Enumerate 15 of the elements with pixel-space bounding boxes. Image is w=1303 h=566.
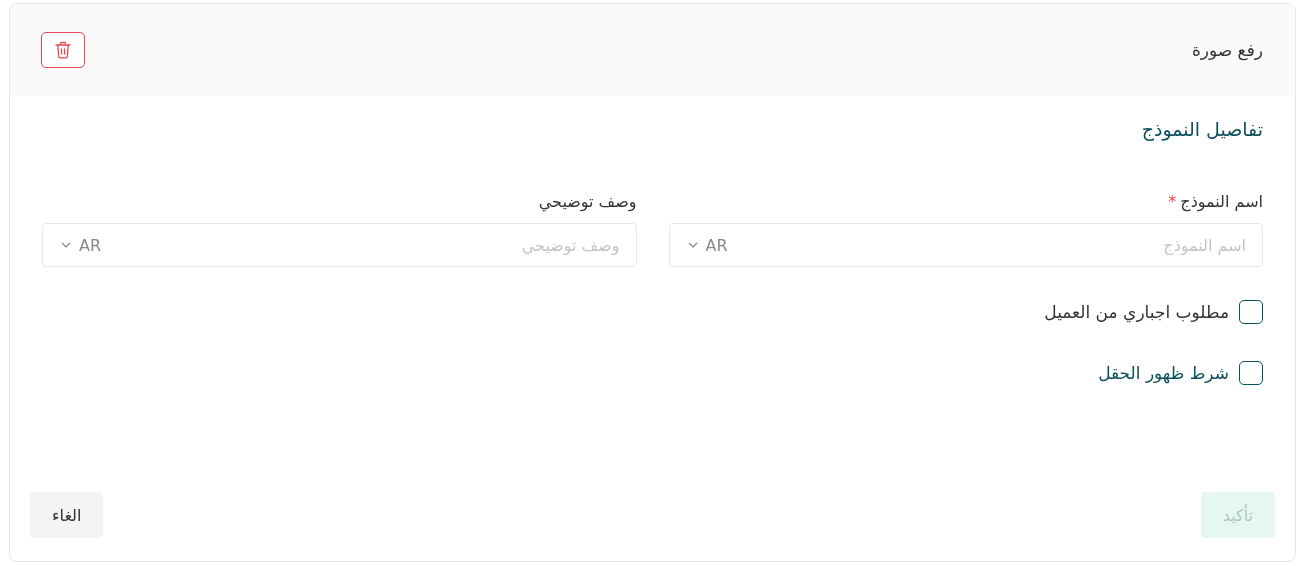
checkbox-label: شرط ظهور الحقل — [1098, 363, 1229, 383]
chevron-down-icon — [687, 242, 698, 248]
header-title: رفع صورة — [1191, 40, 1263, 60]
checkbox[interactable] — [1239, 300, 1263, 324]
section-title: تفاصيل النموذج — [1141, 118, 1263, 140]
chevron-down-icon — [61, 242, 71, 248]
trash-icon — [55, 41, 71, 59]
language-dropdown[interactable]: AR — [687, 235, 728, 255]
cancel-button[interactable]: الغاء — [30, 492, 104, 538]
checkbox[interactable] — [1239, 361, 1263, 385]
field-label: اسم النموذج * — [1167, 192, 1263, 211]
field-label: وصف توضيحي — [538, 192, 637, 211]
language-dropdown[interactable]: AR — [61, 235, 102, 255]
delete-button[interactable] — [41, 32, 85, 68]
checkbox-label: مطلوب اجباري من العميل — [1044, 302, 1229, 322]
